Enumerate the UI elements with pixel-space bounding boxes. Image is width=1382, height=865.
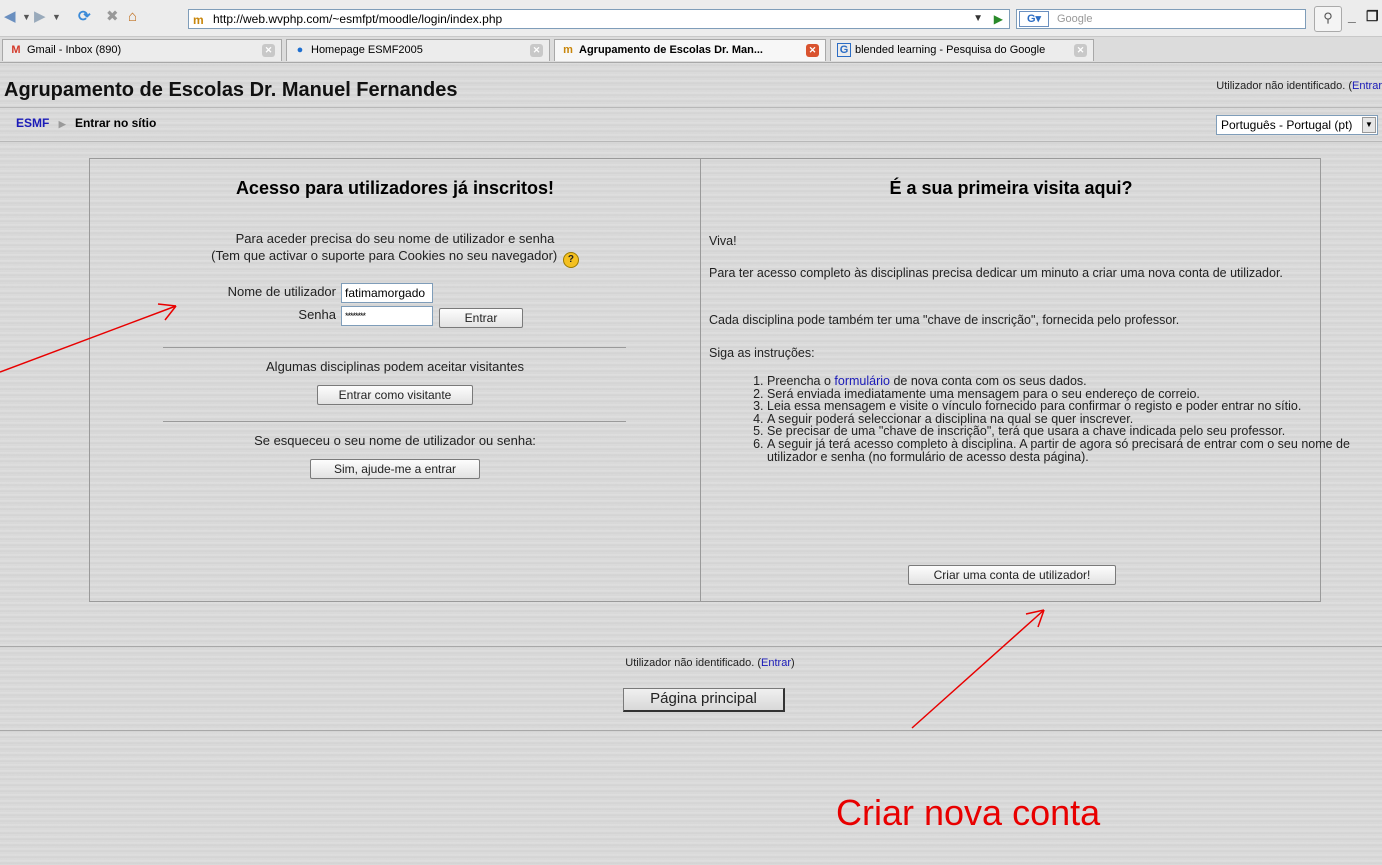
arrow-to-login-fields: [0, 303, 177, 373]
arrow-to-create-account: [911, 609, 1045, 729]
annotation-label: Criar nova conta: [836, 792, 1101, 833]
annotation-arrows: [0, 303, 1045, 729]
